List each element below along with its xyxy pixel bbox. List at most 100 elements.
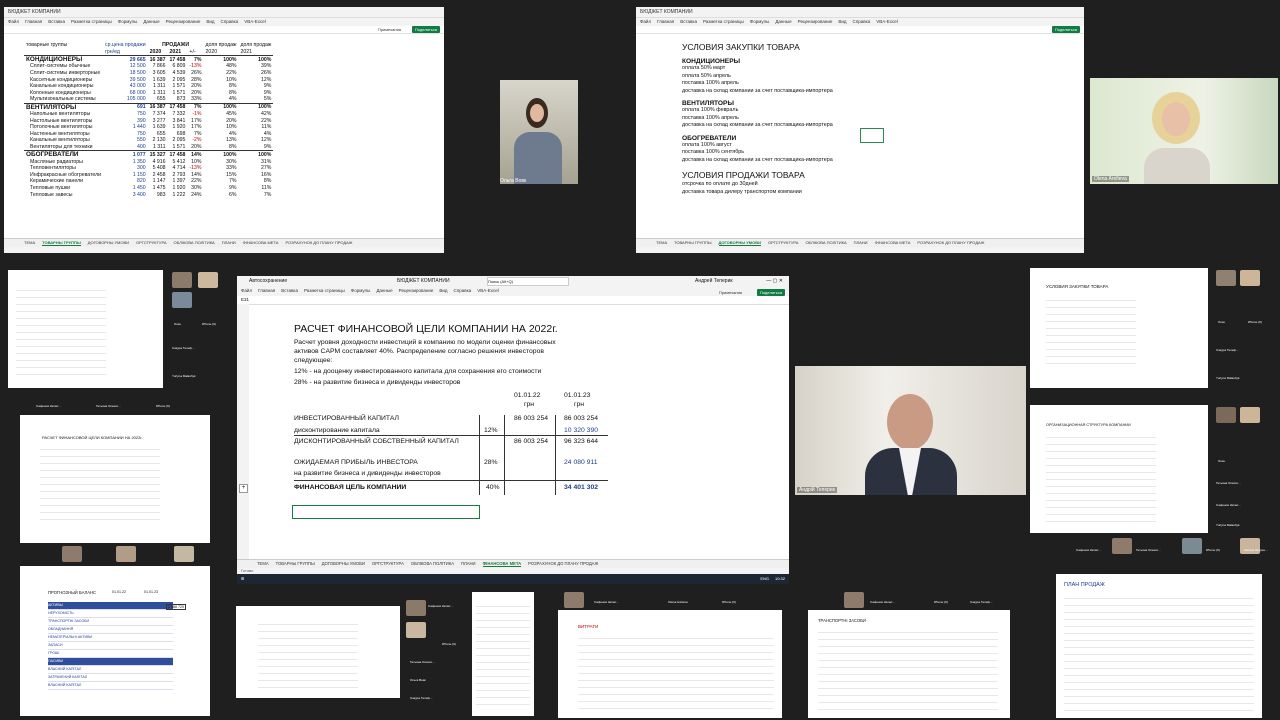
menu-item[interactable]: Разметка страницы [304,288,345,293]
menu-item[interactable]: Справка [454,288,472,293]
menu-item[interactable]: Рецензирование [399,288,434,293]
menu-item[interactable]: Вид [206,19,214,24]
ribbon-menu[interactable]: Файл Главная Вставка Разметка страницы Форму… [4,18,444,26]
menu-item[interactable]: Данные [143,19,159,24]
selected-range[interactable] [292,505,480,519]
thumb-purchase-terms[interactable]: УСЛОВИЯ ЗАКУПКИ ТОВАРА [1030,268,1208,388]
main-comments-button[interactable]: Примечания [716,289,745,296]
product-groups-table: товарные группы ср.цена продажи ПРОДАЖИ дол… [24,42,274,198]
thumb-product-groups[interactable] [8,270,163,388]
menu-item[interactable]: VBA-Excel [244,19,266,24]
menu-item[interactable]: Главная [25,19,42,24]
menu-item[interactable]: Разметка страницы [71,19,112,24]
menu-item[interactable]: Вставка [680,19,697,24]
thumb-videos-1[interactable]: Лоза iPhone (9) Сакура Телеф... Yuriyna … [168,270,228,388]
thumb-videos-bottom-3[interactable]: Сафонов Натал... iPhone (9) Сакура Телеф… [784,592,1008,610]
thumb-org-structure[interactable]: ОРГАНИЗАЦИОННАЯ СТРУКТУРА КОМПАНИИ [1030,405,1208,533]
menu-item[interactable]: Главная [657,19,674,24]
sheet-tabs-2[interactable]: ТЕМА ТОВАРНЫ ГРУППЫ ДОГОВОРНЫ УМОВИ ОРГСТРУ… [636,238,1084,247]
menu-item[interactable]: Формулы [750,19,770,24]
sheet-tab[interactable]: ТОВАРНЫ ГРУППЫ [42,240,81,246]
excel-window-product-groups[interactable]: БЮДЖЕТ КОМПАНИИ Файл Главная Вставка Размет… [4,7,444,253]
sheet-tab[interactable]: ТЕМА [656,240,667,245]
menu-item[interactable]: Разметка страницы [703,19,744,24]
main-share-button[interactable]: Поделиться [756,289,785,296]
sheet-tab[interactable]: ОБЛІКОВА ПОЛІТИКА [411,561,454,566]
video-andrii-teperyk[interactable]: Андрій Теперик [795,366,1026,495]
sheet-tab[interactable]: ОБЛІКОВА ПОЛІТИКА [174,240,215,245]
selected-cell[interactable] [860,128,884,143]
ribbon-menu-2[interactable]: Файл Главная Вставка Разметка страницы Форму… [636,18,1084,26]
main-excel-window[interactable]: Автосохранение БЮДЖЕТ КОМПАНИИ Поиск (Al… [237,276,789,584]
sheet-tab[interactable]: ДОГОВОРНЫ УМОВИ [322,561,365,566]
thumb-videos-right-2[interactable]: Лоза Тетьяна Олексо... Сафонов Натал... … [1214,405,1278,533]
menu-item[interactable]: VBA-Excel [876,19,898,24]
sheet-tab[interactable]: ОРГСТРУКТУРА [372,561,404,566]
share-button-2[interactable]: Поделиться [1051,26,1080,33]
main-ribbon-menu[interactable]: Файл Главная Вставка Разметка страницы Форму… [237,286,789,296]
video-olena-arefieva[interactable]: Olena Arefieva [1090,78,1278,184]
thumb-videos-right-3[interactable]: Сафонов Натал... Тетьяна Олексо... iPhon… [1056,538,1280,558]
thumb-forecast-balance[interactable]: ПРОГНОЗНЫЙ БАЛАНС 01.01.22 01.01.23 АКТИ… [20,566,210,716]
sheet-tab[interactable]: ФІНАНСОВА МЕТА [875,240,911,245]
sheet-tabs[interactable]: ТЕМА ТОВАРНЫ ГРУППЫ ДОГОВОРНЫ УМОВИ ОРГСТРУ… [4,238,444,247]
sheet-tab[interactable]: ТОВАРНЫ ГРУППЫ [674,240,711,245]
sheet-tab[interactable]: ТОВАРНЫ ГРУППЫ [276,561,315,566]
sheet-tab[interactable]: ОРГСТРУКТУРА [136,240,166,245]
menu-item[interactable]: Формулы [351,288,371,293]
menu-item[interactable]: Главная [258,288,275,293]
sheet-tab[interactable]: ОРГСТРУКТУРА [768,240,798,245]
windows-taskbar[interactable]: ⊞ ENG 10:32 [237,574,789,584]
cell-value: 2 130 [152,137,166,144]
thumb-expenses[interactable]: ВИТРАТИ [558,610,782,718]
thumb-videos-bottom-1[interactable]: Сафонов Натал... iPhone (9) Тетьяна Олек… [404,598,472,714]
thumb-vehicles[interactable]: ТРАНСПОРТНІ ЗАСОБИ [808,610,1010,718]
menu-item[interactable]: Вставка [281,288,298,293]
menu-item[interactable]: Вставка [48,19,65,24]
menu-item[interactable]: VBA-Excel [477,288,499,293]
sheet-tab[interactable]: ДОГОВОРНЫ УМОВИ [88,240,129,245]
menu-item[interactable]: Справка [853,19,871,24]
thumb-videos-right-1[interactable]: Лоза iPhone (9) Сакура Телеф... Yuriyna … [1214,268,1278,388]
expand-group-button[interactable]: + [239,484,248,493]
sheet-tab[interactable]: РОЗРАХУНОК ДО ПЛАНУ ПРОДАЖ [285,240,352,245]
thumb-sales-plan[interactable]: ПЛАН ПРОДАЖ [1056,574,1262,718]
sheet-tab[interactable]: ПЛАНИ [222,240,236,245]
sheet-tab[interactable]: ТЕМА [24,240,35,245]
menu-item[interactable]: Данные [775,19,791,24]
sheet-tab[interactable]: ОБЛІКОВА ПОЛІТИКА [805,240,846,245]
share-button[interactable]: Поделиться [411,26,440,33]
menu-item[interactable]: Справка [221,19,239,24]
menu-item[interactable]: Файл [640,19,651,24]
thumb-videos-3[interactable] [6,546,230,564]
menu-item[interactable]: Вид [838,19,846,24]
thumb-checklist[interactable] [236,606,400,698]
thumb-financial-goal[interactable]: РАСЧЕТ ФИНАНСОВОЙ ЦЕЛИ КОМПАНИИ НА 2022г… [20,415,210,543]
sheet-tab[interactable]: ПЛАНИ [461,561,476,566]
menu-item[interactable]: Формулы [118,19,138,24]
sheet-tab[interactable]: ПЛАНИ [854,240,868,245]
sheet-tab[interactable]: ДОГОВОРНЫ УМОВИ [718,240,761,246]
menu-item[interactable]: Рецензирование [798,19,833,24]
formula-bar-2[interactable] [636,26,1084,34]
thumb-videos-bottom-2[interactable]: Сафонов Натал... Olena Arefieva iPhone (… [558,592,782,610]
sheet-tab[interactable]: ФІНАНСОВА МЕТА [482,561,522,567]
sheet-tab[interactable]: РОЗРАХУНОК ДО ПЛАНУ ПРОДАЖ [528,561,598,566]
sheet-tab[interactable]: РОЗРАХУНОК ДО ПЛАНУ ПРОДАЖ [917,240,984,245]
sheet-tab[interactable]: ФІНАНСОВА МЕТА [243,240,279,245]
video-olga-vovk[interactable] [500,80,578,184]
thumb-app-list[interactable] [472,592,534,716]
thumb-videos-2[interactable]: Сафонов Натал... Тетьяна Олексо... iPhon… [6,400,230,414]
search-box[interactable]: Поиск (Alt+Q) [487,277,569,286]
comments-button[interactable]: Примечания [375,26,404,33]
main-sheet-tabs[interactable]: ТЕМА ТОВАРНЫ ГРУППЫ ДОГОВОРНЫ УМОВИ ОРГСТРУ… [237,559,789,568]
excel-window-purchase-terms[interactable]: БЮДЖЕТ КОМПАНИИ Файл Главная Вставка Размет… [636,7,1084,253]
menu-item[interactable]: Данные [376,288,392,293]
menu-item[interactable]: Вид [439,288,447,293]
menu-item[interactable]: Файл [241,288,252,293]
sheet-tab[interactable]: ТЕМА [257,561,269,566]
menu-item[interactable]: Файл [8,19,19,24]
main-formula-bar[interactable]: E31 [237,296,789,305]
window-controls[interactable]: — ▢ ✕ [766,276,783,286]
menu-item[interactable]: Рецензирование [166,19,201,24]
